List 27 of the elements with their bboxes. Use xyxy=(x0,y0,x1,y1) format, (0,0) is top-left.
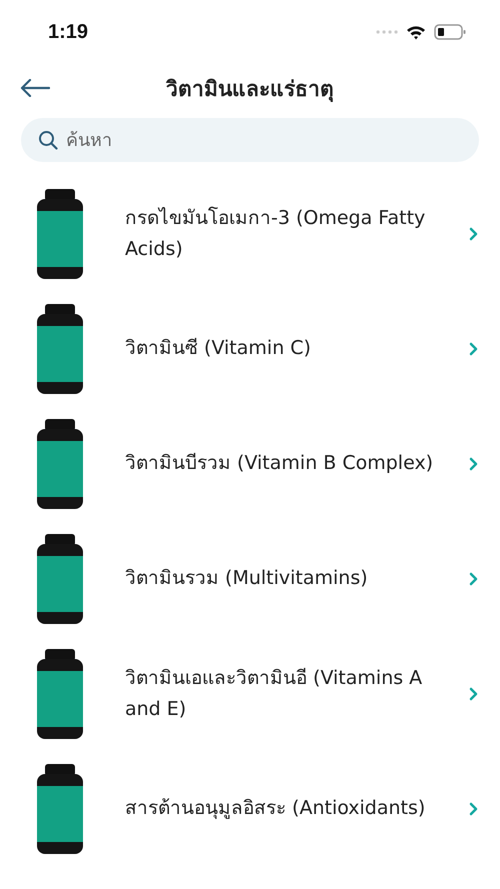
search-field[interactable]: ค้นหา xyxy=(21,118,479,162)
back-arrow-icon xyxy=(20,79,50,97)
battery-icon xyxy=(434,24,466,40)
product-list-item[interactable]: สารต้านอนุมูลอิสระ (Antioxidants) xyxy=(0,751,500,866)
chevron-right-icon xyxy=(469,686,478,700)
chevron-right-icon xyxy=(469,226,478,240)
search-icon xyxy=(38,130,58,150)
item-name: วิตามินซี (Vitamin C) xyxy=(124,336,312,361)
chevron-right-icon xyxy=(469,802,478,816)
wifi-icon xyxy=(406,24,426,40)
chevron-right-icon xyxy=(469,456,478,470)
item-name: วิตามินรวม (Multivitamins) xyxy=(124,566,369,591)
product-list-item[interactable]: วิตามินซี (Vitamin C) xyxy=(0,291,500,406)
chevron-right-icon xyxy=(469,342,478,356)
product-list-item[interactable]: วิตามินเอและวิตามินอี (Vitamins A and E) xyxy=(0,636,500,751)
product-list-item[interactable]: วิตามินบีรวม (Vitamin B Complex) xyxy=(0,406,500,521)
item-name: วิตามินบีรวม (Vitamin B Complex) xyxy=(124,451,434,476)
page-title: วิตามินและแร่ธาตุ xyxy=(166,76,334,104)
item-name: สารต้านอนุมูลอิสระ (Antioxidants) xyxy=(124,796,426,821)
product-list-item[interactable]: กรดไขมันโอเมกา-3 (Omega Fatty Acids) xyxy=(0,176,500,291)
signal-icon xyxy=(376,30,398,34)
item-name: วิตามินเอและวิตามินอี (Vitamins A and E) xyxy=(124,666,424,722)
product-list-item[interactable]: วิตามินรวม (Multivitamins) xyxy=(0,521,500,636)
status-time: 1:19 xyxy=(48,20,88,44)
back-button[interactable] xyxy=(20,79,50,97)
item-name: กรดไขมันโอเมกา-3 (Omega Fatty Acids) xyxy=(124,206,426,262)
chevron-right-icon xyxy=(469,572,478,586)
